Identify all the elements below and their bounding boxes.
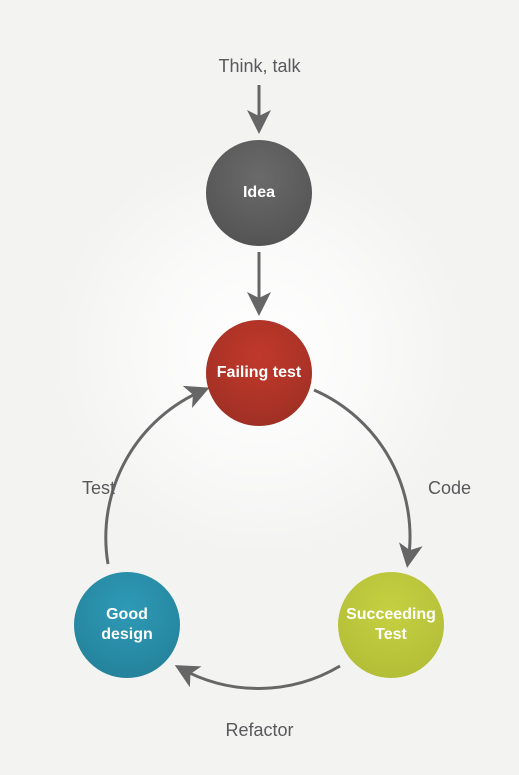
arrow-failing-to-succeeding [314,390,410,562]
node-idea: Idea [206,140,312,246]
node-good-design: Good design [74,572,180,678]
label-test: Test [82,478,115,499]
label-code: Code [428,478,471,499]
node-succeeding-test-label: Succeeding Test [346,605,436,645]
label-refactor: Refactor [225,720,293,741]
arrow-good-to-failing [106,390,204,564]
node-succeeding-test: Succeeding Test [338,572,444,678]
node-good-design-label: Good design [82,605,172,645]
node-idea-label: Idea [243,183,275,203]
label-think-talk: Think, talk [218,56,300,77]
node-failing-test-label: Failing test [217,363,301,383]
node-failing-test: Failing test [206,320,312,426]
arrow-succeeding-to-good [180,666,340,688]
